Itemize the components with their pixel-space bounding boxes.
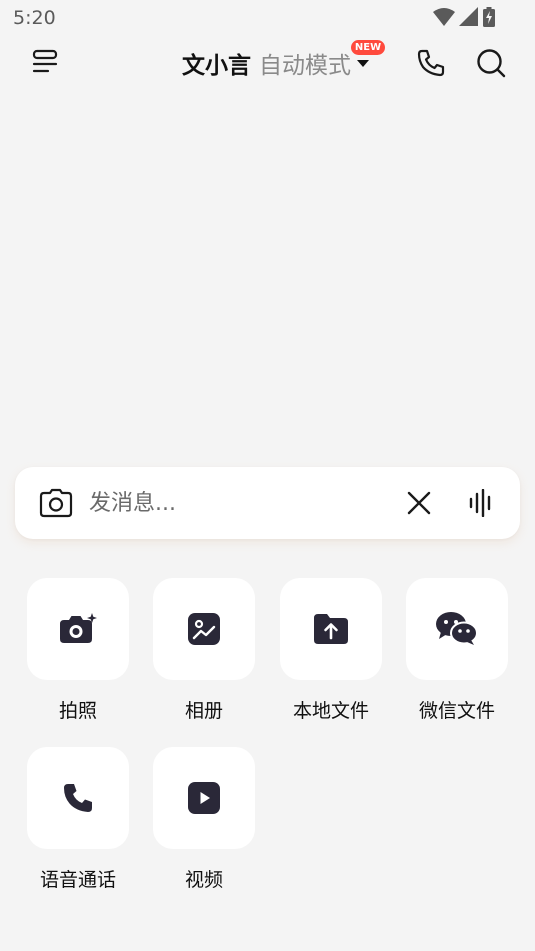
list-menu-icon [32, 49, 58, 73]
battery-charging-icon [483, 7, 495, 27]
new-badge: NEW [351, 40, 385, 55]
action-tile[interactable] [153, 578, 255, 680]
message-input[interactable] [89, 485, 389, 521]
menu-button[interactable] [28, 45, 62, 79]
action-label: 微信文件 [418, 700, 495, 722]
wifi-icon [433, 8, 455, 26]
action-wechat-file[interactable]: 微信文件 [406, 578, 508, 723]
action-tile[interactable] [406, 578, 508, 680]
cell-signal-icon [459, 7, 478, 26]
action-label: 拍照 [58, 700, 97, 722]
action-label: 视频 [184, 869, 223, 891]
voice-input-button[interactable] [465, 487, 497, 519]
action-take-photo[interactable]: 拍照 [27, 578, 129, 723]
title-mode-selector[interactable]: 文小言 自动模式 [182, 46, 369, 80]
action-album[interactable]: 相册 [153, 578, 255, 723]
phone-icon [417, 49, 445, 77]
mode-label: 自动模式 [259, 53, 351, 79]
action-label: 本地文件 [292, 700, 369, 722]
call-button[interactable] [413, 45, 449, 81]
screen: 5:20 文小言 自动模式 NEW 发消息... 拍照 相册 本地文件 微信文件… [0, 0, 535, 951]
action-local-file[interactable]: 本地文件 [280, 578, 382, 723]
action-tile[interactable] [280, 578, 382, 680]
camera-sparkle-icon [60, 613, 97, 643]
app-title: 文小言 [182, 53, 251, 79]
action-label: 语音通话 [39, 869, 116, 891]
image-gallery-icon [188, 613, 220, 645]
action-voice-call[interactable]: 语音通话 [27, 747, 129, 892]
action-tile[interactable] [27, 578, 129, 680]
phone-filled-icon [64, 784, 92, 812]
action-video[interactable]: 视频 [153, 747, 255, 892]
video-play-icon [188, 782, 220, 814]
sound-wave-icon [469, 489, 491, 517]
message-input-bar [15, 467, 520, 539]
clear-button[interactable] [403, 487, 435, 519]
search-button[interactable] [473, 45, 509, 81]
action-label: 相册 [184, 700, 223, 722]
status-time: 5:20 [13, 7, 56, 29]
close-icon [407, 491, 431, 515]
header: 文小言 自动模式 [0, 36, 535, 88]
status-bar: 5:20 [0, 0, 535, 36]
wechat-icon [436, 612, 478, 645]
search-icon [477, 49, 506, 78]
action-tile[interactable] [27, 747, 129, 849]
folder-upload-icon [314, 614, 348, 644]
caret-down-icon [357, 59, 369, 67]
action-tile[interactable] [153, 747, 255, 849]
camera-button[interactable] [39, 486, 73, 520]
status-icons [433, 7, 495, 27]
camera-icon [39, 488, 73, 518]
